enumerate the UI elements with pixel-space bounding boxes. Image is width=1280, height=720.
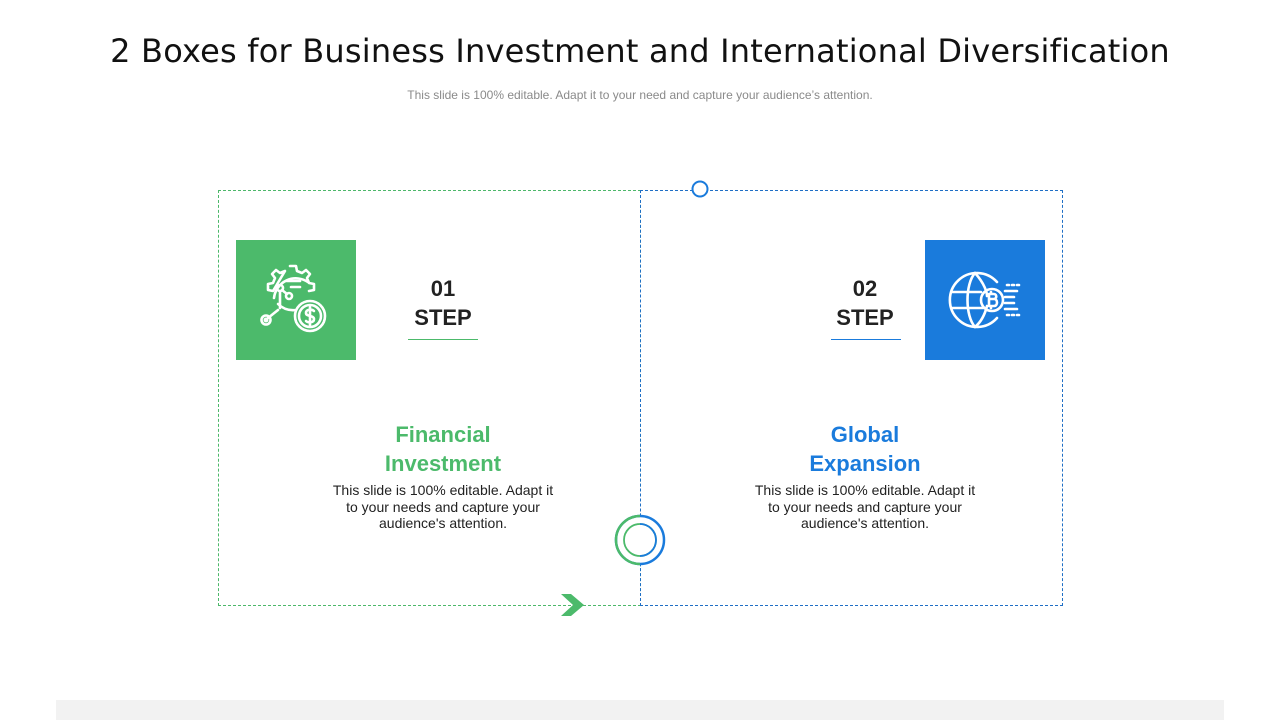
step-underline [831,339,901,340]
step-underline [408,339,478,340]
global-tile [925,240,1045,360]
chevron-right-icon [561,594,584,616]
description-line: to your needs and capture your [346,498,540,515]
step-description-financial: This slide is 100% editable. Adapt it to… [328,482,558,532]
connector-circle-icon [691,180,709,198]
step-word: STEP [836,305,894,330]
heading-line: Global [830,422,900,447]
slide-title: 2 Boxes for Business Investment and Inte… [110,32,1170,70]
footer-bar [56,700,1224,720]
slide-subtitle: This slide is 100% editable. Adapt it to… [407,88,873,102]
description-line: This slide is 100% editable. Adapt it [754,482,976,498]
heading-line: Investment [384,451,502,476]
step-word: STEP [414,305,472,330]
step-number: 01 [430,276,456,301]
description-line: audience's attention. [801,515,929,531]
step-number: 02 [852,276,878,301]
step-description-global: This slide is 100% editable. Adapt it to… [750,482,980,532]
globe-bitcoin-icon [948,271,1021,329]
step-label-01: 01 STEP [398,274,488,332]
description-line: to your needs and capture your [768,498,962,515]
center-ring-icon [614,514,666,566]
description-line: audience's attention. [379,515,507,531]
step-heading-financial: Financial Investment [323,420,563,478]
heading-line: Expansion [809,451,921,476]
step-heading-global: Global Expansion [745,420,985,478]
description-line: This slide is 100% editable. Adapt it [332,482,554,498]
investment-gear-dollar-icon [260,264,327,333]
heading-line: Financial [395,422,491,447]
step-label-02: 02 STEP [820,274,910,332]
investment-tile [236,240,356,360]
